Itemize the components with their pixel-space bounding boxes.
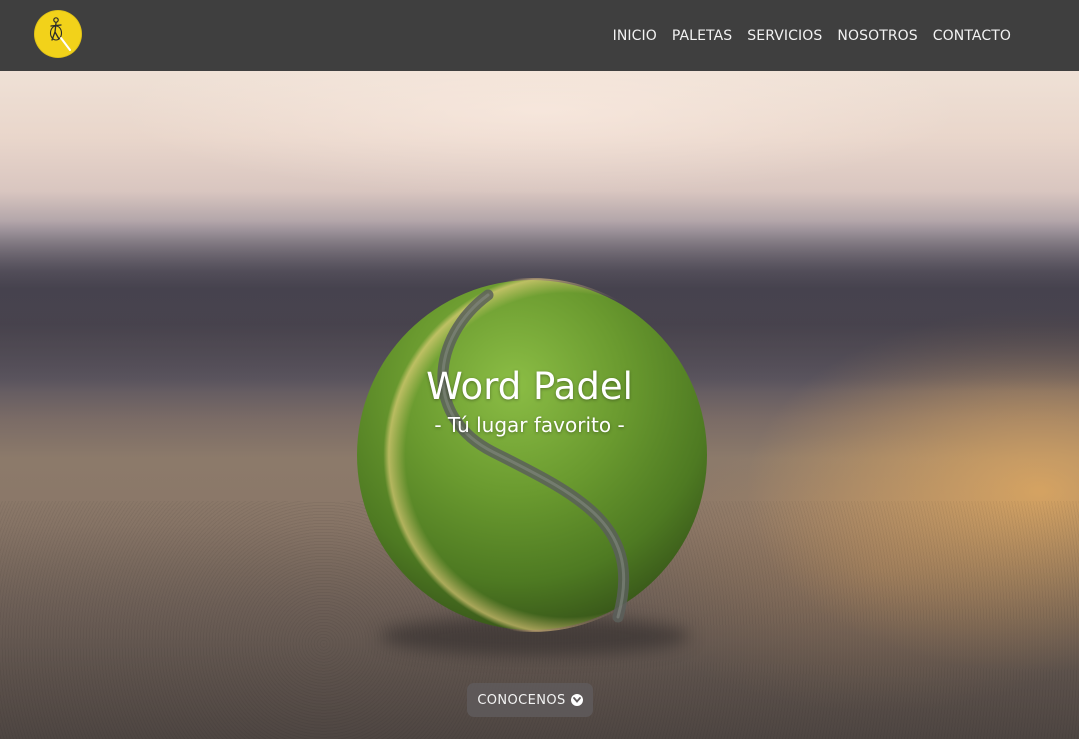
main-nav: INICIO PALETAS SERVICIOS NOSOTROS CONTAC…: [613, 0, 1011, 71]
top-navbar: INICIO PALETAS SERVICIOS NOSOTROS CONTAC…: [0, 0, 1079, 71]
nav-link-nosotros[interactable]: NOSOTROS: [837, 28, 917, 44]
nav-link-servicios[interactable]: SERVICIOS: [747, 28, 822, 44]
nav-link-inicio[interactable]: INICIO: [613, 28, 657, 44]
nav-link-contacto[interactable]: CONTACTO: [933, 28, 1011, 44]
padel-player-logo-icon: [35, 11, 81, 57]
hero-subtitle: - Tú lugar favorito -: [434, 413, 625, 437]
nav-link-paletas[interactable]: PALETAS: [672, 28, 732, 44]
tennis-ball-image: [355, 278, 709, 632]
cta-label: CONOCENOS: [477, 692, 566, 708]
logo[interactable]: [34, 10, 82, 58]
hero-title: Word Padel: [426, 365, 633, 408]
conocenos-button[interactable]: CONOCENOS: [467, 683, 593, 717]
chevron-down-circle-icon: [570, 694, 583, 706]
hero-section: Word Padel - Tú lugar favorito - CONOCEN…: [0, 71, 1079, 739]
